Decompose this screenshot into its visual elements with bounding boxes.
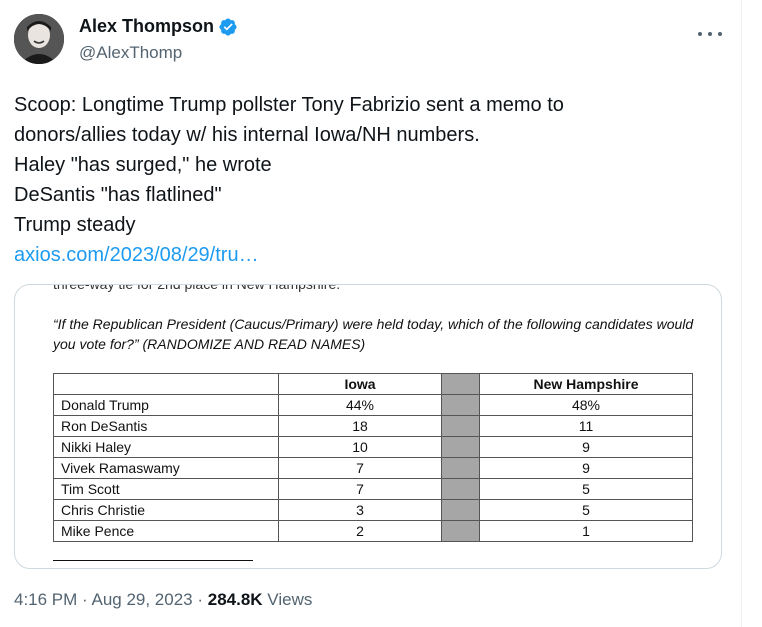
tweet-time[interactable]: 4:16 PM: [14, 590, 77, 609]
table-row: Mike Pence 2 1: [53, 520, 693, 542]
avatar[interactable]: [14, 14, 64, 64]
tweet-line: Scoop: Longtime Trump pollster Tony Fabr…: [14, 94, 564, 116]
footnote-divider: [53, 560, 253, 561]
nh-value: 9: [479, 436, 693, 458]
table-gap-cell: [441, 394, 480, 416]
table-row: Tim Scott 7 5: [53, 478, 693, 500]
candidate-name: Nikki Haley: [53, 436, 279, 458]
candidate-name: Donald Trump: [53, 394, 279, 416]
candidate-name: Mike Pence: [53, 520, 279, 542]
tweet-line: donors/allies today w/ his internal Iowa…: [14, 124, 480, 146]
nh-value: 11: [479, 415, 693, 437]
avatar-image: [14, 14, 64, 64]
tweet-line: DeSantis "has flatlined": [14, 184, 222, 206]
candidate-name: Ron DeSantis: [53, 415, 279, 437]
table-row: Vivek Ramaswamy 7 9: [53, 457, 693, 479]
meta-separator: ·: [192, 590, 208, 609]
views-label: Views: [262, 590, 313, 609]
more-dots-icon[interactable]: [698, 24, 722, 44]
iowa-value: 7: [278, 478, 442, 500]
tweet-line: Haley "has surged," he wrote: [14, 154, 272, 176]
candidate-name: Chris Christie: [53, 499, 279, 521]
tweet-line: Trump steady: [14, 214, 136, 236]
table-gap-cell: [441, 499, 480, 521]
timeline-divider: [741, 0, 742, 627]
poll-table: Iowa New Hampshire Donald Trump 44% 48% …: [53, 373, 693, 542]
table-header-cell: New Hampshire: [479, 373, 693, 395]
tweet-meta: 4:16 PM · Aug 29, 2023 · 284.8K Views: [14, 590, 312, 610]
nh-value: 1: [479, 520, 693, 542]
tweet-link[interactable]: axios.com/2023/08/29/tru…: [14, 244, 259, 266]
iowa-value: 18: [278, 415, 442, 437]
nh-value: 9: [479, 457, 693, 479]
table-gap-cell: [441, 415, 480, 437]
author-name-row[interactable]: Alex Thompson: [79, 16, 238, 37]
table-row: Ron DeSantis 18 11: [53, 415, 693, 437]
table-header-cell: Iowa: [278, 373, 442, 395]
table-gap-cell: [441, 457, 480, 479]
nh-value: 48%: [479, 394, 693, 416]
author-handle[interactable]: @AlexThomp: [79, 43, 182, 63]
iowa-value: 3: [278, 499, 442, 521]
table-gap-cell: [441, 520, 480, 542]
table-row: Donald Trump 44% 48%: [53, 394, 693, 416]
iowa-value: 2: [278, 520, 442, 542]
iowa-value: 44%: [278, 394, 442, 416]
author-display-name[interactable]: Alex Thompson: [79, 16, 214, 37]
views-count: 284.8K: [207, 590, 263, 609]
table-gap-cell: [441, 436, 480, 458]
table-gap-cell: [441, 373, 480, 395]
tweet-header: Alex Thompson @AlexThomp: [14, 14, 726, 68]
candidate-name: Vivek Ramaswamy: [53, 457, 279, 479]
table-header-cell: [53, 373, 279, 395]
cutoff-text: three-way tie for 2nd place in New Hamps…: [53, 284, 341, 292]
media-card[interactable]: three-way tie for 2nd place in New Hamps…: [14, 284, 722, 569]
tweet-text: Scoop: Longtime Trump pollster Tony Fabr…: [14, 90, 726, 270]
verified-badge-icon: [218, 17, 238, 37]
nh-value: 5: [479, 478, 693, 500]
poll-question: “If the Republican President (Caucus/Pri…: [53, 316, 694, 352]
nh-value: 5: [479, 499, 693, 521]
table-row: Chris Christie 3 5: [53, 499, 693, 521]
table-row: Nikki Haley 10 9: [53, 436, 693, 458]
candidate-name: Tim Scott: [53, 478, 279, 500]
meta-separator: ·: [77, 590, 92, 609]
tweet-date[interactable]: Aug 29, 2023: [91, 590, 192, 609]
iowa-value: 7: [278, 457, 442, 479]
table-header-row: Iowa New Hampshire: [53, 373, 693, 395]
table-gap-cell: [441, 478, 480, 500]
iowa-value: 10: [278, 436, 442, 458]
